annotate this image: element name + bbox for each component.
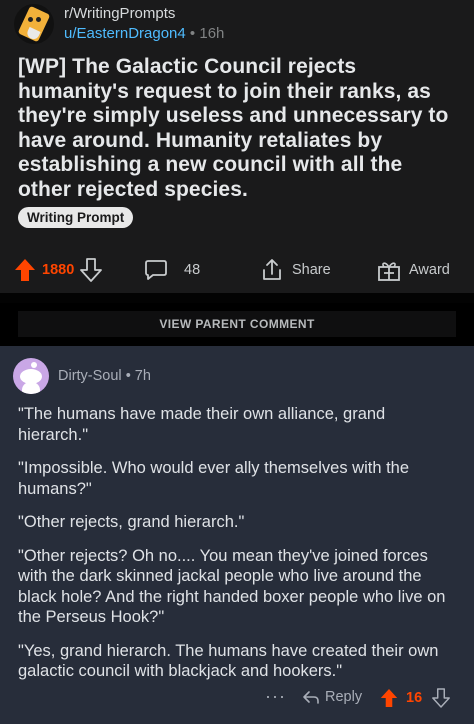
downvote-arrow-icon[interactable] — [432, 688, 451, 708]
comment-paragraph: "Other rejects, grand hierarch." — [18, 513, 245, 531]
comment-bubble-icon — [145, 260, 167, 280]
more-dots-icon[interactable]: ··· — [265, 686, 286, 707]
post-flair[interactable]: Writing Prompt — [18, 207, 134, 228]
section-divider — [0, 293, 474, 303]
meta-separator: • — [125, 368, 131, 384]
comments-button[interactable]: 48 — [144, 259, 200, 281]
meta-separator: • — [189, 25, 196, 42]
post-action-bar: 1880 48 Share Award — [0, 256, 474, 286]
reply-arrow-icon — [303, 691, 319, 704]
post-card: r/WritingPrompts u/EasternDragon4 • 16h … — [0, 0, 474, 293]
vote-group: 1880 — [14, 258, 103, 282]
downvote-arrow-icon[interactable] — [80, 258, 103, 282]
comment-card: Dirty-Soul • 7h "The humans have made th… — [0, 346, 474, 724]
comment-paragraph: "Impossible. Who would ever ally themsel… — [18, 459, 410, 498]
comment-username[interactable]: Dirty-Soul — [58, 368, 122, 384]
comment-vote-count: 16 — [406, 690, 423, 706]
comment-vote-group: 16 — [380, 688, 451, 708]
reply-button[interactable]: Reply — [302, 689, 362, 705]
comment-body: "The humans have made their own alliance… — [18, 404, 458, 695]
comment-age: 7h — [134, 368, 151, 384]
post-header: r/WritingPrompts u/EasternDragon4 • 16h — [14, 4, 224, 44]
comment-count: 48 — [184, 262, 201, 278]
upvote-arrow-icon[interactable] — [380, 688, 398, 708]
share-icon — [263, 259, 281, 280]
comment-meta: Dirty-Soul • 7h — [58, 368, 151, 384]
award-label: Award — [409, 262, 450, 278]
comment-paragraph: "The humans have made their own alliance… — [18, 405, 386, 444]
share-button[interactable]: Share — [261, 258, 331, 282]
view-parent-comment-button[interactable]: VIEW PARENT COMMENT — [18, 311, 456, 337]
post-vote-count: 1880 — [42, 262, 75, 278]
post-age: 16h — [199, 25, 225, 42]
share-label: Share — [292, 262, 331, 278]
comment-action-bar: ··· Reply 16 — [0, 686, 474, 712]
snoo-avatar-icon[interactable] — [13, 358, 49, 394]
subreddit-avatar-icon[interactable] — [14, 4, 54, 44]
comment-paragraph: "Other rejects? Oh no.... You mean they'… — [18, 546, 446, 627]
post-meta: u/EasternDragon4 • 16h — [64, 24, 224, 44]
reply-label: Reply — [325, 689, 363, 705]
comment-paragraph: "Yes, grand hierarch. The humans have cr… — [18, 641, 439, 681]
subreddit-name[interactable]: r/WritingPrompts — [64, 4, 224, 24]
award-button[interactable]: Award — [377, 259, 450, 281]
upvote-arrow-icon[interactable] — [14, 258, 36, 282]
post-author[interactable]: u/EasternDragon4 — [64, 25, 186, 42]
post-title[interactable]: [WP] The Galactic Council rejects humani… — [18, 55, 458, 202]
award-icon — [378, 262, 400, 281]
